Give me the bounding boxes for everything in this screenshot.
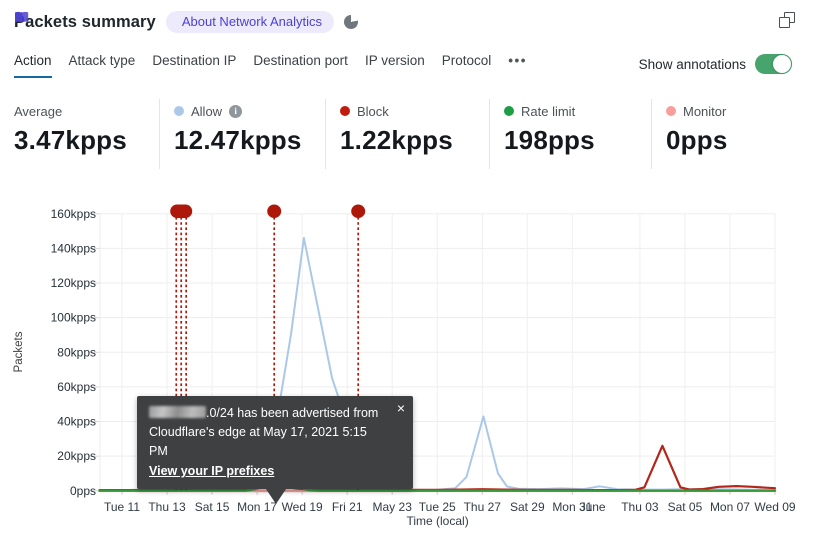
tab-destination-ip[interactable]: Destination IP xyxy=(152,53,236,76)
annotation-marker[interactable] xyxy=(351,204,366,218)
copy-icon[interactable] xyxy=(779,12,795,28)
x-tick-label: Thu 03 xyxy=(621,500,659,514)
y-tick-label: 40kpps xyxy=(57,415,96,429)
page-title: Packets summary xyxy=(14,12,156,31)
tab-ip-version[interactable]: IP version xyxy=(365,53,425,76)
toggle-knob xyxy=(773,55,791,73)
monitor-legend-dot xyxy=(666,106,676,116)
tab-destination-port[interactable]: Destination port xyxy=(253,53,348,76)
stat-average: Average 3.47kpps xyxy=(0,99,159,169)
stat-block: Block 1.22kpps xyxy=(325,99,489,169)
show-annotations-label: Show annotations xyxy=(638,56,746,72)
annotation-marker-cluster[interactable] xyxy=(170,204,193,219)
redacted-ip-prefix xyxy=(149,406,206,418)
x-tick-label: Mon 07 xyxy=(710,500,750,514)
x-tick-label: Mon 31 xyxy=(552,500,592,514)
stat-rate-limit: Rate limit 198pps xyxy=(489,99,651,169)
x-tick-label: Sat 29 xyxy=(510,500,545,514)
y-tick-label: 60kpps xyxy=(57,380,96,394)
stats-row: Average 3.47kpps Allow 12.47kpps Block 1… xyxy=(0,99,816,169)
x-tick-label: Wed 19 xyxy=(282,500,323,514)
x-tick-label: Tue 11 xyxy=(104,500,140,514)
stat-label: Average xyxy=(14,103,63,119)
x-tick-label: May 23 xyxy=(373,500,413,514)
badge-label: About Network Analytics xyxy=(181,14,323,29)
stat-value: 1.22kpps xyxy=(340,125,453,155)
stat-value: 3.47kpps xyxy=(14,125,127,155)
annotation-marker[interactable] xyxy=(267,204,282,218)
dimension-tabs: Action Attack type Destination IP Destin… xyxy=(14,53,527,78)
page-header: Packets summary About Network Analytics xyxy=(14,11,359,33)
x-month-label: June xyxy=(580,500,606,514)
tooltip-caret xyxy=(266,489,286,504)
tab-attack-type[interactable]: Attack type xyxy=(69,53,136,76)
y-tick-label: 0pps xyxy=(70,484,96,498)
y-tick-label: 80kpps xyxy=(57,345,96,359)
stat-label: Rate limit xyxy=(521,103,576,119)
x-tick-label: Tue 25 xyxy=(419,500,456,514)
stat-value: 12.47kpps xyxy=(174,125,302,155)
stat-label: Allow xyxy=(191,103,223,119)
x-tick-label: Thu 13 xyxy=(148,500,186,514)
rate-limit-legend-dot xyxy=(504,106,514,116)
info-icon[interactable] xyxy=(229,104,243,118)
allow-legend-dot xyxy=(174,106,184,116)
stat-label: Block xyxy=(357,103,389,119)
stat-value: 198pps xyxy=(504,125,595,155)
tab-action[interactable]: Action xyxy=(14,53,52,78)
x-axis-title: Time (local) xyxy=(406,514,468,528)
tab-protocol[interactable]: Protocol xyxy=(442,53,492,76)
pie-timer-icon xyxy=(344,15,359,29)
tooltip-close-icon[interactable]: × xyxy=(397,399,405,419)
y-tick-label: 160kpps xyxy=(51,207,96,221)
more-tabs-button[interactable]: ••• xyxy=(508,53,527,76)
show-annotations-control: Show annotations xyxy=(639,54,792,74)
stat-monitor: Monitor 0pps xyxy=(651,99,811,169)
y-tick-label: 100kpps xyxy=(51,311,96,325)
block-legend-dot xyxy=(340,106,350,116)
x-tick-label: Wed 09 xyxy=(754,500,795,514)
view-ip-prefixes-link[interactable]: View your IP prefixes xyxy=(149,462,274,481)
x-tick-label: Sat 15 xyxy=(195,500,230,514)
stat-label: Monitor xyxy=(683,103,727,119)
tooltip-line1: .0/24 has been advertised from xyxy=(149,404,387,423)
annotation-tooltip: .0/24 has been advertised from Cloudflar… xyxy=(137,396,413,504)
stat-allow: Allow 12.47kpps xyxy=(159,99,325,169)
x-tick-label: Fri 21 xyxy=(332,500,363,514)
y-tick-label: 140kpps xyxy=(51,241,96,255)
show-annotations-toggle[interactable] xyxy=(755,54,792,74)
y-tick-label: 120kpps xyxy=(51,276,96,290)
about-network-analytics-badge[interactable]: About Network Analytics xyxy=(15,11,335,33)
x-tick-label: Thu 27 xyxy=(464,500,502,514)
stat-value: 0pps xyxy=(666,125,728,155)
y-tick-label: 20kpps xyxy=(57,449,96,463)
x-tick-label: Sat 05 xyxy=(668,500,703,514)
tooltip-line2: Cloudflare's edge at May 17, 2021 5:15 P… xyxy=(149,425,367,458)
y-axis-title: Packets xyxy=(13,331,25,372)
